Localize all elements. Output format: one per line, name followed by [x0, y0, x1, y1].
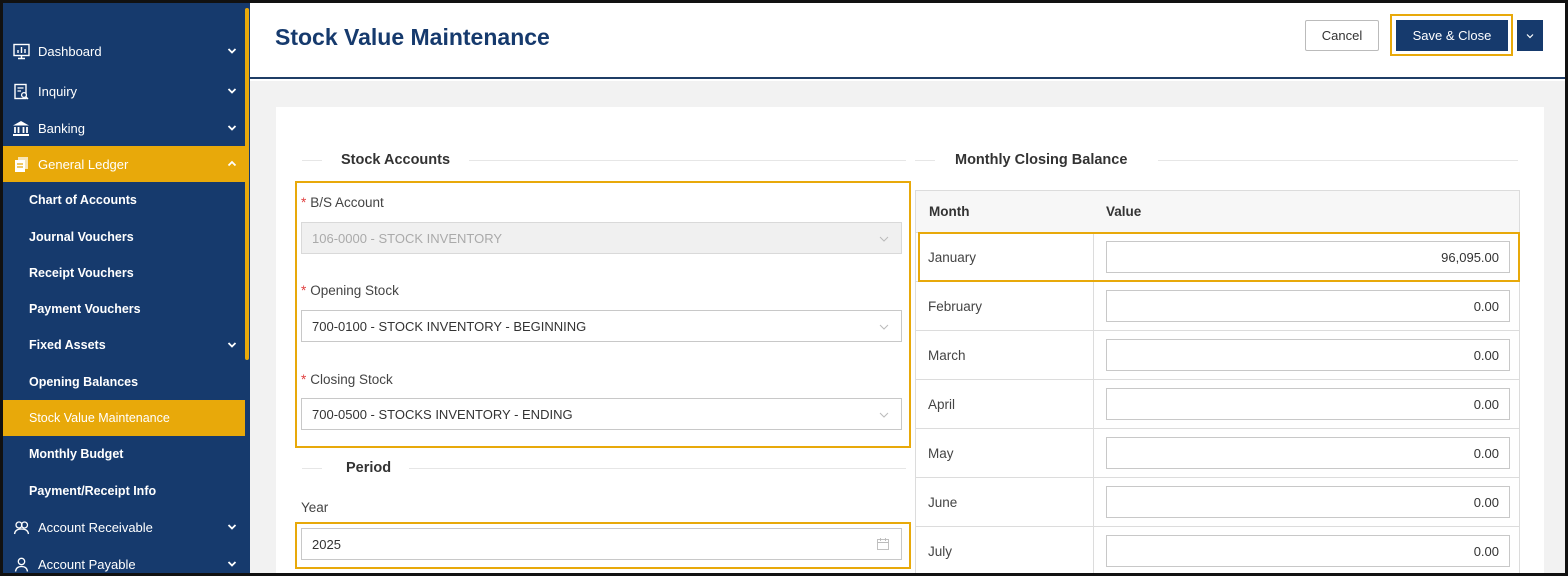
closing-stock-value: 700-0500 - STOCKS INVENTORY - ENDING [312, 406, 573, 422]
month-cell: May [916, 429, 1094, 477]
save-options-button[interactable] [1517, 20, 1543, 51]
sidebar-item-label: Fixed Assets [29, 338, 106, 352]
month-cell: July [916, 527, 1094, 573]
column-header-month: Month [929, 204, 970, 219]
sidebar-item-banking[interactable]: Banking [3, 110, 245, 146]
table-row: March 0.00 [916, 331, 1519, 380]
opening-stock-select[interactable]: 700-0100 - STOCK INVENTORY - BEGINNING [301, 310, 902, 342]
calendar-icon [877, 538, 889, 550]
chevron-down-icon [879, 412, 889, 418]
chevron-down-icon [227, 524, 237, 530]
column-header-value: Value [1106, 204, 1142, 219]
sidebar-item-account-receivable[interactable]: Account Receivable [3, 509, 245, 545]
sidebar-item-account-payable[interactable]: Account Payable [3, 546, 245, 573]
value-input[interactable]: 0.00 [1106, 388, 1510, 420]
year-picker[interactable]: 2025 [301, 528, 902, 560]
table-row: July 0.00 [916, 527, 1519, 573]
january-row-highlight [918, 232, 1520, 282]
receivable-icon [12, 518, 30, 536]
chevron-down-icon [227, 48, 237, 54]
sidebar-item-monthly-budget[interactable]: Monthly Budget [3, 436, 245, 472]
sidebar-item-chart-of-accounts[interactable]: Chart of Accounts [3, 182, 245, 218]
sidebar-item-label: Account Payable [38, 556, 136, 572]
divider [915, 160, 935, 161]
page-header: Stock Value Maintenance Cancel Save & Cl… [250, 3, 1565, 79]
divider [302, 468, 322, 469]
month-cell: April [916, 380, 1094, 428]
opening-stock-value: 700-0100 - STOCK INVENTORY - BEGINNING [312, 318, 587, 334]
sidebar-item-label: Monthly Budget [29, 447, 124, 461]
sidebar-item-label: Account Receivable [38, 519, 153, 535]
chevron-down-icon [227, 125, 237, 131]
table-row: May 0.00 [916, 429, 1519, 478]
sidebar-item-label: Payment Vouchers [29, 302, 141, 316]
chevron-down-icon [227, 342, 237, 348]
sidebar-item-general-ledger[interactable]: General Ledger [3, 146, 245, 182]
chevron-down-icon [879, 236, 889, 242]
month-cell: June [916, 478, 1094, 526]
app-window: Dashboard Inquiry Banking General Ledger… [0, 0, 1568, 576]
payable-icon [12, 555, 30, 573]
year-value: 2025 [312, 536, 341, 552]
opening-stock-label: * Opening Stock [301, 283, 399, 298]
bank-icon [12, 119, 30, 137]
value-input[interactable]: 0.00 [1106, 535, 1510, 567]
divider [409, 468, 906, 469]
value-input[interactable]: 0.00 [1106, 437, 1510, 469]
chevron-down-icon [1526, 33, 1534, 38]
save-close-button[interactable]: Save & Close [1396, 20, 1508, 51]
closing-stock-label: * Closing Stock [301, 372, 393, 387]
sidebar-scrollbar[interactable] [245, 8, 249, 360]
value-input[interactable]: 0.00 [1106, 339, 1510, 371]
chevron-down-icon [227, 88, 237, 94]
sidebar-item-label: Chart of Accounts [29, 193, 137, 207]
value-input[interactable]: 0.00 [1106, 290, 1510, 322]
sidebar: Dashboard Inquiry Banking General Ledger… [3, 3, 250, 573]
table-header: Month Value [916, 191, 1519, 233]
chevron-down-icon [227, 561, 237, 567]
divider [302, 160, 322, 161]
monthly-closing-legend: Monthly Closing Balance [955, 152, 1128, 168]
sidebar-item-stock-value-maintenance[interactable]: Stock Value Maintenance [3, 400, 245, 436]
dashboard-icon [12, 42, 30, 60]
table-row: April 0.00 [916, 380, 1519, 429]
table-row: June 0.00 [916, 478, 1519, 527]
sidebar-item-label: General Ledger [38, 156, 129, 172]
value-input[interactable]: 0.00 [1106, 486, 1510, 518]
sidebar-item-label: Banking [38, 120, 85, 136]
sidebar-item-label: Payment/Receipt Info [29, 484, 157, 498]
sidebar-item-payment-vouchers[interactable]: Payment Vouchers [3, 291, 245, 327]
period-legend: Period [346, 460, 392, 476]
sidebar-item-label: Opening Balances [29, 375, 139, 389]
bs-account-label: * B/S Account [301, 195, 384, 210]
sidebar-item-label: Dashboard [38, 43, 102, 59]
stock-accounts-legend: Stock Accounts [341, 152, 451, 168]
page-title: Stock Value Maintenance [275, 24, 550, 50]
sidebar-item-dashboard[interactable]: Dashboard [3, 33, 245, 69]
bs-account-value: 106-0000 - STOCK INVENTORY [312, 230, 503, 246]
sidebar-item-payment-receipt-info[interactable]: Payment/Receipt Info [3, 473, 245, 509]
sidebar-item-label: Receipt Vouchers [29, 266, 134, 280]
year-label: Year [301, 500, 329, 515]
sidebar-item-label: Journal Vouchers [29, 230, 134, 244]
inquiry-icon [12, 82, 30, 100]
sidebar-item-journal-vouchers[interactable]: Journal Vouchers [3, 219, 245, 255]
closing-stock-select[interactable]: 700-0500 - STOCKS INVENTORY - ENDING [301, 398, 902, 430]
divider [1158, 160, 1518, 161]
sidebar-item-fixed-assets[interactable]: Fixed Assets [3, 327, 245, 363]
table-row: February 0.00 [916, 282, 1519, 331]
sidebar-item-label: Inquiry [38, 83, 78, 99]
sidebar-item-receipt-vouchers[interactable]: Receipt Vouchers [3, 255, 245, 291]
month-cell: February [916, 282, 1094, 330]
cancel-button[interactable]: Cancel [1305, 20, 1379, 51]
sidebar-item-label: Stock Value Maintenance [29, 411, 170, 425]
sidebar-item-opening-balances[interactable]: Opening Balances [3, 364, 245, 400]
bs-account-select[interactable]: 106-0000 - STOCK INVENTORY [301, 222, 902, 254]
month-cell: March [916, 331, 1094, 379]
chevron-up-icon [227, 160, 237, 167]
divider [469, 160, 906, 161]
ledger-icon [12, 155, 30, 173]
chevron-down-icon [879, 324, 889, 330]
sidebar-item-inquiry[interactable]: Inquiry [3, 73, 245, 109]
